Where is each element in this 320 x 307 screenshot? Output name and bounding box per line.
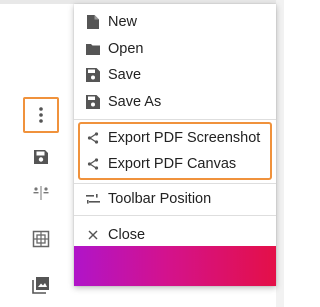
image-icon xyxy=(32,277,49,294)
menu-item-label: Toolbar Position xyxy=(108,191,212,207)
menu-item-label: Save As xyxy=(108,94,162,110)
grid-toolbar-button[interactable] xyxy=(28,226,54,252)
menu-item-label: Close xyxy=(108,227,146,243)
menu-item-label: Open xyxy=(108,41,144,57)
more-menu-button[interactable] xyxy=(28,102,54,128)
menu-item-export-pdf-canvas[interactable]: Export PDF Canvas xyxy=(74,151,276,177)
menu-item-open[interactable]: Open xyxy=(74,36,276,62)
split-icon xyxy=(33,186,49,200)
menu-item-save[interactable]: Save xyxy=(74,62,276,88)
grid-icon xyxy=(32,230,50,248)
menu-item-label: Export PDF Screenshot xyxy=(108,130,261,146)
save-icon xyxy=(85,67,101,83)
menu-item-export-pdf-screenshot[interactable]: Export PDF Screenshot xyxy=(74,125,276,151)
more-vert-icon xyxy=(39,107,43,123)
menu-item-new[interactable]: New xyxy=(74,9,276,35)
share-icon xyxy=(85,130,101,146)
menu-item-label: New xyxy=(108,14,138,30)
menu-item-label: Export PDF Canvas xyxy=(108,156,237,172)
image-toolbar-button[interactable] xyxy=(28,272,54,298)
menu-item-close[interactable]: Close xyxy=(74,222,276,248)
split-toolbar-button[interactable] xyxy=(28,180,54,206)
menu-item-save-as[interactable]: Save As xyxy=(74,89,276,115)
menu-divider xyxy=(74,183,276,184)
share-icon xyxy=(85,156,101,172)
file-icon xyxy=(85,14,101,30)
file-menu: New Open Save Save As Export PDF Screens… xyxy=(74,4,276,286)
gradient-footer-bar xyxy=(74,246,276,286)
save-as-icon xyxy=(85,94,101,110)
menu-divider xyxy=(74,215,276,216)
folder-icon xyxy=(85,41,101,57)
close-icon xyxy=(85,227,101,243)
save-icon xyxy=(34,150,48,164)
save-toolbar-button[interactable] xyxy=(28,144,54,170)
menu-item-toolbar-position[interactable]: Toolbar Position xyxy=(74,186,276,212)
menu-divider xyxy=(74,119,276,120)
menu-item-label: Save xyxy=(108,67,142,83)
right-edge-strip xyxy=(276,0,284,307)
toolbar-position-icon xyxy=(85,191,101,207)
vertical-toolbar xyxy=(20,96,62,307)
